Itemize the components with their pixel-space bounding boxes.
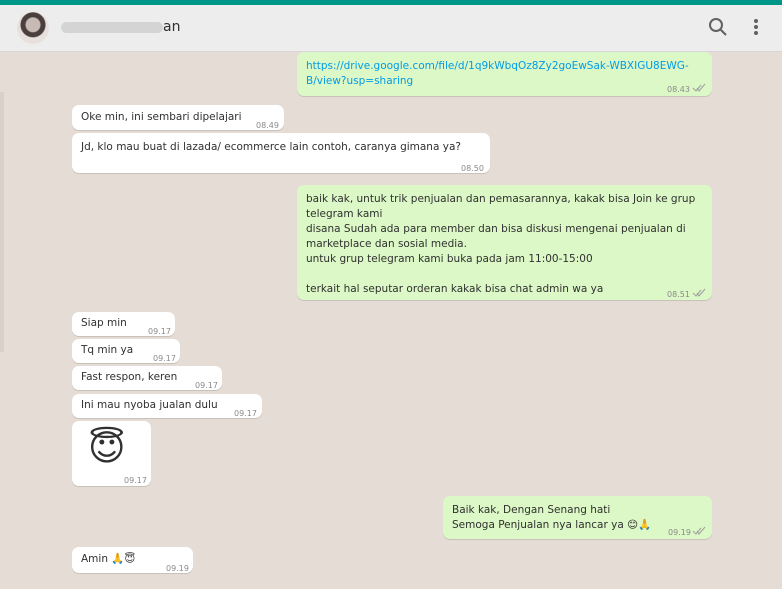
- message-text: Amin 🙏😇: [81, 553, 136, 565]
- message-incoming[interactable]: Siap min 09.17: [72, 312, 175, 336]
- message-text: baik kak, untuk trik penjualan dan pemas…: [306, 193, 696, 295]
- menu-icon[interactable]: [744, 15, 768, 39]
- message-incoming[interactable]: Fast respon, keren 09.17: [72, 366, 222, 390]
- message-time: 08.51: [667, 290, 690, 299]
- double-check-icon: [692, 526, 706, 535]
- message-outgoing[interactable]: Baik kak, Dengan Senang hati Semoga Penj…: [443, 496, 712, 539]
- message-list[interactable]: https://drive.google.com/file/d/1q9kWbqO…: [0, 52, 782, 589]
- search-icon[interactable]: [706, 15, 730, 39]
- message-incoming[interactable]: Tq min ya 09.17: [72, 339, 180, 363]
- message-time: 09.17: [234, 409, 257, 418]
- message-text: Fast respon, keren: [81, 371, 178, 383]
- message-time: 09.17: [124, 476, 147, 485]
- contact-name[interactable]: an: [163, 19, 180, 35]
- message-text: Siap min: [81, 317, 127, 329]
- chat-header: an: [0, 5, 782, 52]
- message-text[interactable]: https://drive.google.com/file/d/1q9kWbqO…: [306, 59, 689, 89]
- double-check-icon: [692, 288, 706, 297]
- smiling-halo-emoji: 😇: [88, 428, 126, 469]
- message-incoming-emoji[interactable]: 😇 09.17: [72, 421, 151, 486]
- message-time: 09.17: [153, 354, 176, 363]
- message-time: 08.43: [667, 85, 690, 94]
- message-text: Ini mau nyoba jualan dulu: [81, 399, 218, 411]
- message-time: 09.19: [668, 528, 691, 537]
- divider: [0, 92, 4, 352]
- contact-avatar[interactable]: [17, 12, 49, 44]
- message-time: 08.50: [461, 164, 484, 173]
- message-incoming[interactable]: Amin 🙏😇 09.19: [72, 547, 193, 573]
- message-text: Baik kak, Dengan Senang hati Semoga Penj…: [452, 504, 652, 531]
- message-incoming[interactable]: Ini mau nyoba jualan dulu 09.17: [72, 394, 262, 418]
- message-incoming[interactable]: Jd, klo mau buat di lazada/ ecommerce la…: [72, 133, 490, 173]
- message-outgoing[interactable]: https://drive.google.com/file/d/1q9kWbqO…: [297, 52, 712, 96]
- message-outgoing[interactable]: baik kak, untuk trik penjualan dan pemas…: [297, 185, 712, 300]
- message-text: Tq min ya: [81, 344, 134, 356]
- message-time: 08.49: [256, 121, 279, 130]
- double-check-icon: [692, 83, 706, 92]
- message-incoming[interactable]: Oke min, ini sembari dipelajari 08.49: [72, 105, 284, 130]
- message-time: 09.17: [195, 381, 218, 390]
- message-time: 09.17: [148, 327, 171, 336]
- contact-name-redacted: [61, 22, 163, 33]
- message-time: 09.19: [166, 564, 189, 573]
- message-text: Oke min, ini sembari dipelajari: [81, 111, 242, 123]
- message-text: Jd, klo mau buat di lazada/ ecommerce la…: [81, 141, 461, 153]
